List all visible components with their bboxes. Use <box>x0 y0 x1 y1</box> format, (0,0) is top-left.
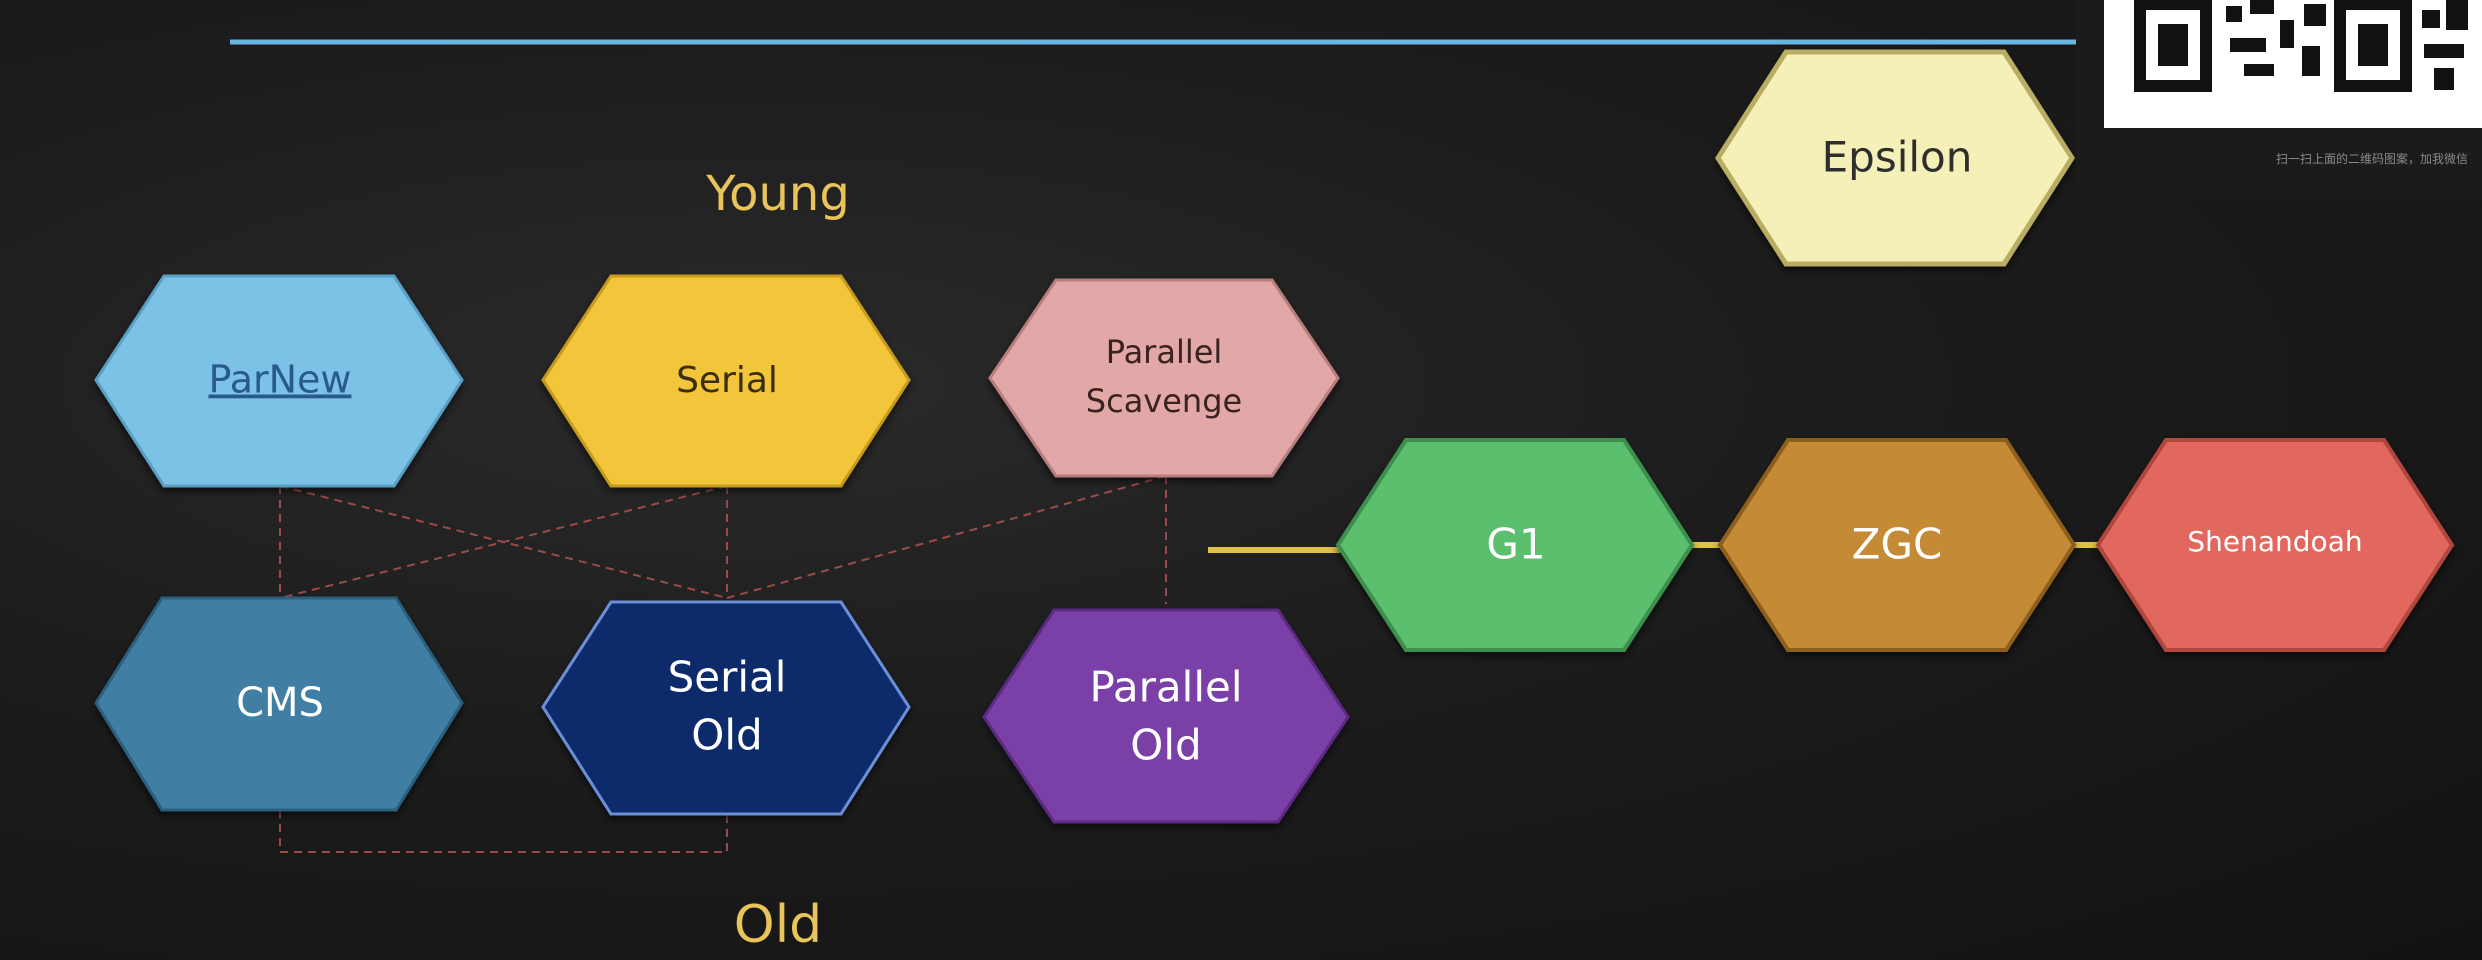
parallel-old-label-line2: Old <box>1130 721 1201 770</box>
zgc-label: ZGC <box>1852 520 1943 569</box>
serial-label: Serial <box>676 360 778 401</box>
shenandoah-node: Shenandoah <box>2095 438 2455 652</box>
cms-label: CMS <box>236 680 324 726</box>
parallel-scavenge-label-line2: Scavenge <box>1086 382 1242 420</box>
slide: Young Old ParNew Serial Parallel Scaveng… <box>0 0 2482 960</box>
parallel-scavenge-label-line1: Parallel <box>1106 333 1223 371</box>
old-label: Old <box>734 895 822 955</box>
parallel-old-label-line1: Parallel <box>1089 663 1242 712</box>
shenandoah-label: Shenandoah <box>2187 525 2362 558</box>
epsilon-node: Epsilon <box>1715 49 2075 267</box>
cms-node: CMS <box>94 596 464 812</box>
qr-caption: 扫一扫上面的二维码图案，加我微信 <box>2275 152 2468 166</box>
qr-code-image <box>2104 0 2482 128</box>
zgc-node: ZGC <box>1717 438 2077 652</box>
serial-old-node: Serial Old <box>541 600 911 816</box>
serial-old-label-line1: Serial <box>668 653 787 702</box>
qr-panel: 扫一扫上面的二维码图案，加我微信 <box>2076 0 2482 200</box>
parnew-label: ParNew <box>208 358 351 402</box>
epsilon-label: Epsilon <box>1822 133 1973 182</box>
g1-node: G1 <box>1335 438 1695 652</box>
parnew-node: ParNew <box>94 274 464 488</box>
serial-node: Serial <box>541 274 911 488</box>
parallel-scavenge-node: Parallel Scavenge <box>988 278 1340 478</box>
g1-label: G1 <box>1486 520 1545 569</box>
parallel-old-node: Parallel Old <box>982 608 1350 824</box>
qr-code-icon <box>2104 0 2482 128</box>
young-label: Young <box>705 166 850 222</box>
serial-old-label-line2: Old <box>691 711 762 760</box>
